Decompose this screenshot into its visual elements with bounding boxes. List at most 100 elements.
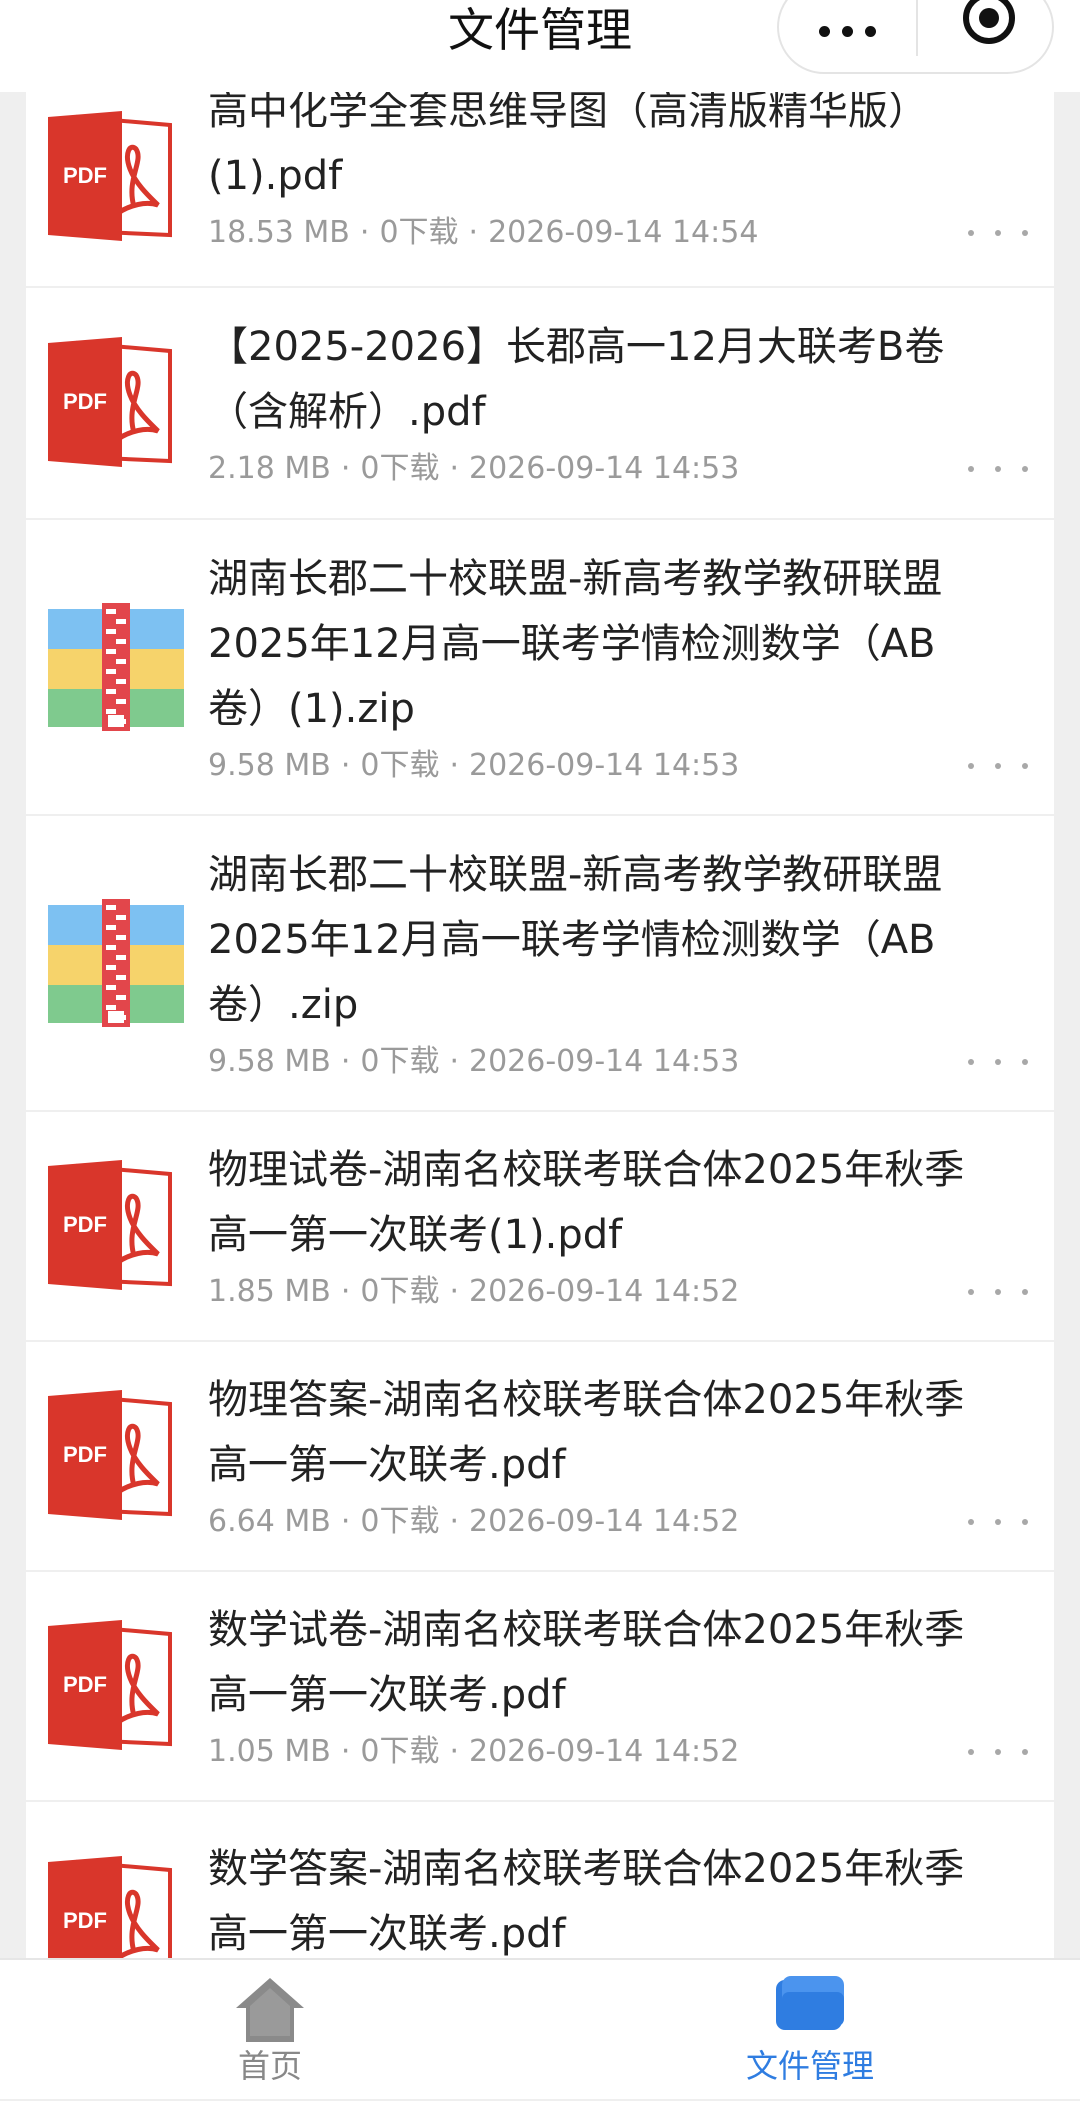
meta-separator: ·: [340, 748, 351, 783]
file-meta: 1.05 MB · 0下载 · 2026-09-14 14:52: [208, 1732, 739, 1772]
pdf-badge-text: PDF: [63, 163, 107, 188]
pdf-badge-text: PDF: [63, 1672, 107, 1697]
download-count: 0下载: [360, 1734, 440, 1769]
folder-icon: [776, 1976, 844, 2030]
zip-file-icon: [48, 599, 184, 735]
target-circle-icon[interactable]: [963, 0, 1015, 44]
download-count: 0下载: [379, 215, 459, 250]
file-name-line: (1).pdf: [208, 153, 343, 199]
file-item[interactable]: 湖南长郡二十校联盟-新高考教学教研联盟 2025年12月高一联考学情检测数学（AB…: [26, 816, 1054, 1110]
miniprogram-capsule: [777, 0, 1054, 74]
file-name-line: 数学试卷-湖南名校联考联合体2025年秋季: [208, 1607, 965, 1653]
file-name-line: 物理试卷-湖南名校联考联合体2025年秋季: [208, 1147, 965, 1193]
file-size: 18.53 MB: [208, 215, 350, 250]
pdf-file-icon: PDF: [48, 109, 184, 245]
file-size: 1.85 MB: [208, 1274, 331, 1309]
pdf-file-icon: PDF: [48, 1388, 184, 1524]
file-size: 1.05 MB: [208, 1734, 331, 1769]
file-datetime: 2026-09-14 14:52: [469, 1274, 740, 1309]
meta-separator: ·: [449, 748, 459, 783]
tab-home[interactable]: 首页: [120, 1960, 420, 2101]
item-more-icon[interactable]: [968, 746, 1028, 786]
meta-separator: ·: [340, 1504, 351, 1539]
file-item[interactable]: PDF 物理答案-湖南名校联考联合体2025年秋季 高一第一次联考.pdf 6.64…: [26, 1342, 1054, 1570]
file-name-line: 2025年12月高一联考学情检测数学（AB: [208, 621, 936, 667]
file-size: 2.18 MB: [208, 451, 331, 486]
file-datetime: 2026-09-14 14:53: [469, 748, 740, 783]
file-item[interactable]: PDF 高中化学全套思维导图（高清版精华版） (1).pdf 18.53 MB · 0下…: [26, 68, 1054, 286]
file-item[interactable]: PDF 数学试卷-湖南名校联考联合体2025年秋季 高一第一次联考.pdf 1.05…: [26, 1572, 1054, 1800]
tab-files-label: 文件管理: [745, 2047, 874, 2085]
meta-separator: ·: [340, 1044, 351, 1079]
item-more-icon[interactable]: [968, 1732, 1028, 1772]
meta-separator: ·: [449, 1274, 459, 1309]
download-count: 0下载: [360, 1504, 440, 1539]
pdf-badge-text: PDF: [63, 1442, 107, 1467]
download-count: 0下载: [360, 451, 440, 486]
file-size: 9.58 MB: [208, 748, 331, 783]
home-icon: [236, 1978, 304, 2042]
item-more-icon[interactable]: [968, 1042, 1028, 1082]
pdf-badge-text: PDF: [63, 389, 107, 414]
file-meta: 9.58 MB · 0下载 · 2026-09-14 14:53: [208, 1042, 739, 1082]
meta-separator: ·: [340, 1274, 351, 1309]
file-item[interactable]: PDF 数学答案-湖南名校联考联合体2025年秋季 高一第一次联考.pdf: [26, 1802, 1054, 1958]
file-item[interactable]: PDF 【2025-2026】长郡高一12月大联考B卷 （含解析）.pdf 2.18…: [26, 288, 1054, 518]
zip-file-icon: [48, 895, 184, 1031]
file-name-line: 2025年12月高一联考学情检测数学（AB: [208, 917, 936, 963]
file-name-line: 高一第一次联考.pdf: [208, 1911, 566, 1957]
capsule-divider: [916, 0, 918, 56]
meta-separator: ·: [449, 1734, 459, 1769]
item-more-icon[interactable]: [968, 213, 1028, 253]
file-item[interactable]: 湖南长郡二十校联盟-新高考教学教研联盟 2025年12月高一联考学情检测数学（AB…: [26, 520, 1054, 814]
bottom-tab-bar: 首页 文件管理: [0, 1958, 1080, 2099]
meta-separator: ·: [449, 1044, 459, 1079]
file-meta: 1.85 MB · 0下载 · 2026-09-14 14:52: [208, 1272, 739, 1312]
file-name-line: 物理答案-湖南名校联考联合体2025年秋季: [208, 1377, 965, 1423]
pdf-file-icon: PDF: [48, 1618, 184, 1754]
file-name-line: 湖南长郡二十校联盟-新高考教学教研联盟: [208, 852, 943, 898]
meta-separator: ·: [359, 215, 370, 250]
pdf-file-icon: PDF: [48, 1854, 184, 1958]
download-count: 0下载: [360, 1274, 440, 1309]
file-size: 9.58 MB: [208, 1044, 331, 1079]
download-count: 0下载: [360, 748, 440, 783]
tab-files[interactable]: 文件管理: [660, 1960, 960, 2101]
file-datetime: 2026-09-14 14:53: [469, 451, 740, 486]
file-datetime: 2026-09-14 14:52: [469, 1504, 740, 1539]
pdf-badge-text: PDF: [63, 1908, 107, 1933]
meta-separator: ·: [468, 215, 479, 250]
file-datetime: 2026-09-14 14:54: [488, 215, 759, 250]
item-more-icon[interactable]: [968, 1502, 1028, 1542]
item-more-icon[interactable]: [968, 449, 1028, 489]
title-bar: 文件管理: [0, 0, 1080, 92]
file-item[interactable]: PDF 物理试卷-湖南名校联考联合体2025年秋季 高一第一次联考(1).pdf 1…: [26, 1112, 1054, 1340]
file-name-line: 卷）(1).zip: [208, 686, 415, 732]
file-name-line: 卷）.zip: [208, 982, 359, 1028]
meta-separator: ·: [449, 1504, 459, 1539]
file-datetime: 2026-09-14 14:53: [469, 1044, 740, 1079]
file-name-line: （含解析）.pdf: [208, 389, 486, 435]
file-name-line: 数学答案-湖南名校联考联合体2025年秋季: [208, 1846, 965, 1892]
file-name-line: 【2025-2026】长郡高一12月大联考B卷: [208, 324, 945, 370]
pdf-file-icon: PDF: [48, 1158, 184, 1294]
file-size: 6.64 MB: [208, 1504, 331, 1539]
file-meta: 18.53 MB · 0下载 · 2026-09-14 14:54: [208, 213, 758, 253]
file-meta: 2.18 MB · 0下载 · 2026-09-14 14:53: [208, 449, 739, 489]
file-name-line: 高一第一次联考.pdf: [208, 1672, 566, 1718]
meta-separator: ·: [340, 1734, 351, 1769]
file-meta: 9.58 MB · 0下载 · 2026-09-14 14:53: [208, 746, 739, 786]
file-name-line: 高一第一次联考(1).pdf: [208, 1212, 623, 1258]
file-meta: 6.64 MB · 0下载 · 2026-09-14 14:52: [208, 1502, 739, 1542]
meta-separator: ·: [449, 451, 459, 486]
item-more-icon[interactable]: [968, 1272, 1028, 1312]
file-list: PDF 高中化学全套思维导图（高清版精华版） (1).pdf 18.53 MB · 0下…: [26, 68, 1054, 1958]
file-datetime: 2026-09-14 14:52: [469, 1734, 740, 1769]
tab-home-label: 首页: [237, 2047, 302, 2085]
download-count: 0下载: [360, 1044, 440, 1079]
more-dots-icon[interactable]: [779, 0, 916, 72]
file-name-line: 湖南长郡二十校联盟-新高考教学教研联盟: [208, 556, 943, 602]
meta-separator: ·: [340, 451, 351, 486]
pdf-file-icon: PDF: [48, 335, 184, 471]
pdf-badge-text: PDF: [63, 1212, 107, 1237]
